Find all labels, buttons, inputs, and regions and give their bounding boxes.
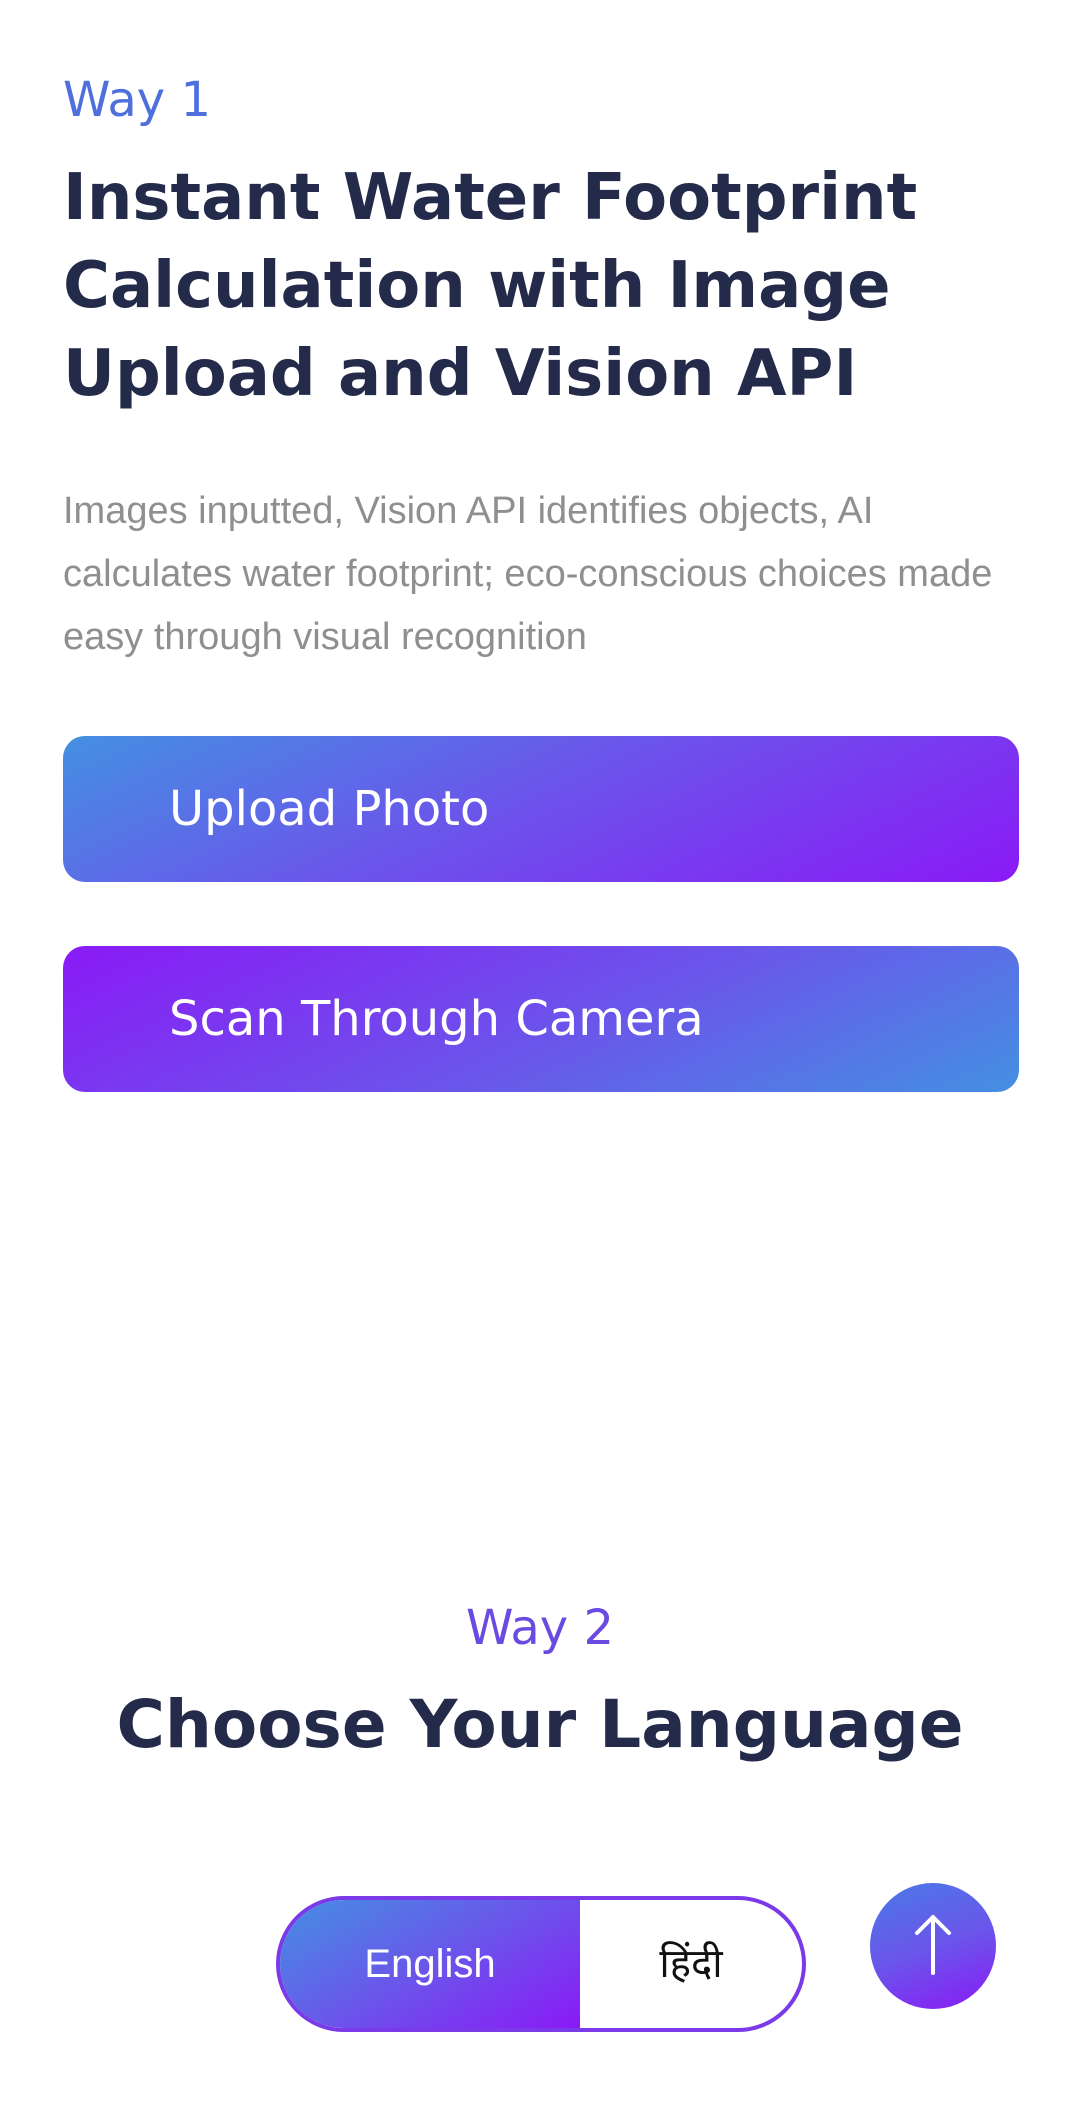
way2-label: Way 2 (465, 1600, 614, 1656)
language-option-hindi[interactable]: हिंदी (580, 1900, 802, 2028)
arrow-up-icon (915, 1915, 951, 1975)
scroll-to-top-button[interactable] (870, 1883, 996, 2009)
way2-title: Choose Your Language (116, 1686, 964, 1763)
upload-photo-button[interactable]: Upload Photo (63, 736, 1019, 882)
scan-camera-button[interactable]: Scan Through Camera (63, 946, 1019, 1092)
language-option-english[interactable]: English (280, 1900, 580, 2028)
language-toggle: English हिंदी (276, 1896, 806, 2032)
way1-label: Way 1 (63, 72, 212, 128)
way1-description: Images inputted, Vision API identifies o… (63, 490, 993, 658)
way1-title: Instant Water Footprint Calculation with… (63, 161, 918, 411)
